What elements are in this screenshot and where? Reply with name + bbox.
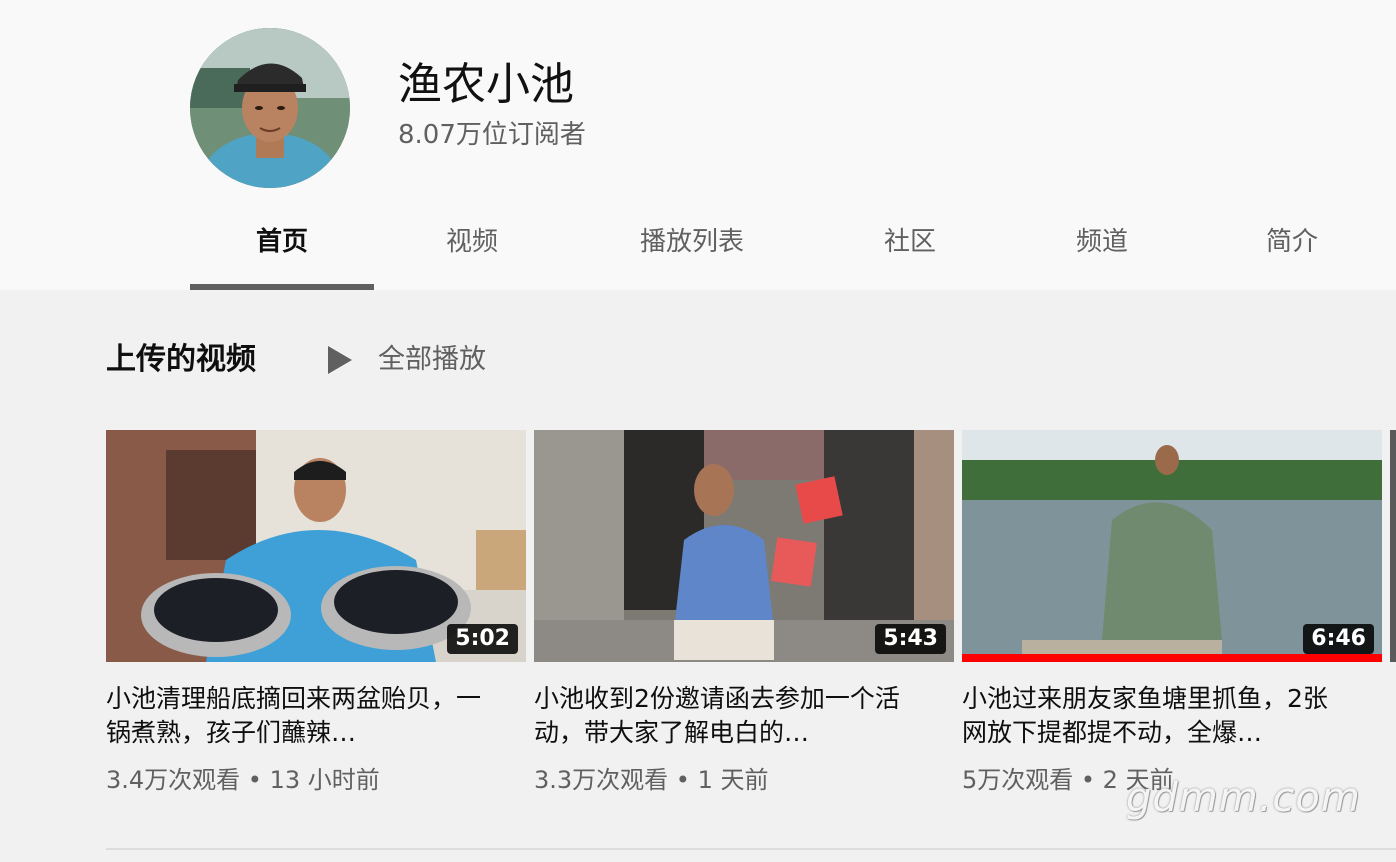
section-title: 上传的视频 xyxy=(106,342,256,377)
tab-home[interactable]: 首页 xyxy=(230,200,334,290)
channel-tabs: 首页 视频 播放列表 社区 频道 简介 xyxy=(190,200,1396,290)
tab-videos[interactable]: 视频 xyxy=(422,200,522,290)
active-tab-indicator xyxy=(190,284,374,290)
next-video-card-peek[interactable] xyxy=(1390,430,1396,662)
video-duration: 5:02 xyxy=(447,624,518,654)
video-card[interactable]: 5:02 小池清理船底摘回来两盆贻贝，一锅煮熟，孩子们蘸辣… 3.4万次观看 •… xyxy=(106,430,526,810)
tab-channels[interactable]: 频道 xyxy=(1052,200,1152,290)
watch-progress-bar xyxy=(962,654,1382,662)
tab-playlists[interactable]: 播放列表 xyxy=(620,200,764,290)
video-thumbnail[interactable]: 6:46 xyxy=(962,430,1382,662)
video-title[interactable]: 小池清理船底摘回来两盆贻贝，一锅煮熟，孩子们蘸辣… xyxy=(106,682,486,750)
section-divider xyxy=(106,848,1396,850)
channel-header: 渔农小池 8.07万位订阅者 首页 视频 播放列表 社区 频道 简介 xyxy=(0,0,1396,290)
video-card[interactable]: 5:43 小池收到2份邀请函去参加一个活动，带大家了解电白的… 3.3万次观看 … xyxy=(534,430,954,810)
play-icon xyxy=(328,346,352,374)
avatar-photo xyxy=(190,28,350,188)
video-thumbnail[interactable]: 5:43 xyxy=(534,430,954,662)
video-title[interactable]: 小池过来朋友家鱼塘里抓鱼，2张网放下提都提不动，全爆… xyxy=(962,682,1342,750)
video-thumbnail[interactable]: 5:02 xyxy=(106,430,526,662)
channel-avatar[interactable] xyxy=(190,28,350,188)
watermark: gdmm.com xyxy=(1126,775,1361,821)
video-title[interactable]: 小池收到2份邀请函去参加一个活动，带大家了解电白的… xyxy=(534,682,914,750)
channel-name: 渔农小池 xyxy=(398,59,574,110)
video-meta: 3.4万次观看 • 13 小时前 xyxy=(106,766,380,794)
video-meta: 3.3万次观看 • 1 天前 xyxy=(534,766,769,794)
video-duration: 6:46 xyxy=(1303,624,1374,654)
play-all-label: 全部播放 xyxy=(378,344,486,375)
tab-about[interactable]: 简介 xyxy=(1242,200,1342,290)
uploads-section-header: 上传的视频 全部播放 xyxy=(106,338,706,384)
tab-community[interactable]: 社区 xyxy=(860,200,960,290)
video-card[interactable]: 6:46 小池过来朋友家鱼塘里抓鱼，2张网放下提都提不动，全爆… 5万次观看 •… xyxy=(962,430,1382,810)
subscriber-count: 8.07万位订阅者 xyxy=(398,120,586,150)
video-duration: 5:43 xyxy=(875,624,946,654)
